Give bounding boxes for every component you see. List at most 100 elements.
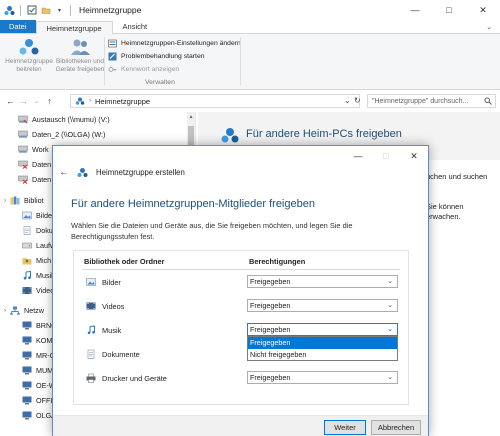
expand-chevron-icon[interactable]: › (4, 308, 6, 314)
network-drive-disconnected-icon (18, 175, 28, 184)
permission-dropdown-list: Freigegeben Nicht freigegeben (247, 336, 398, 361)
show-password-label: Kennwort anzeigen (121, 66, 180, 73)
minimize-button[interactable]: — (398, 0, 432, 20)
nav-label: Netzw (24, 306, 44, 315)
dropdown-option-freigegeben[interactable]: Freigegeben (248, 337, 397, 349)
recent-locations-icon[interactable]: ⌄ (30, 98, 43, 105)
nav-computer-kom[interactable]: KOM (22, 336, 52, 345)
dropdown-option-nicht-freigegeben[interactable]: Nicht freigegeben (248, 349, 397, 361)
permission-select-videos[interactable]: Freigegeben ⌄ (247, 299, 398, 312)
back-arrow-icon[interactable]: ← (4, 96, 17, 106)
refresh-icon[interactable]: ↻ (354, 96, 361, 105)
header-divider (82, 269, 400, 270)
permission-select-bilder[interactable]: Freigegeben ⌄ (247, 275, 398, 288)
dialog-description: Wählen Sie die Dateien und Geräte aus, d… (71, 221, 353, 241)
share-libraries-button[interactable]: Bibliotheken und Geräte freigeben (55, 38, 105, 73)
nav-computer-oe[interactable]: OE-W (22, 381, 56, 390)
chevron-down-icon: ⌄ (387, 374, 393, 381)
background-text: Sie können erwachen. (426, 202, 464, 222)
tab-ansicht[interactable]: Ansicht (113, 20, 158, 33)
forward-arrow-icon[interactable]: → (17, 96, 30, 106)
homegroup-icon (220, 126, 240, 146)
libraries-icon (10, 196, 20, 205)
nav-drive-austausch[interactable]: Austausch (\\mumu) (V:) (18, 115, 110, 124)
dialog-heading: Für andere Heimnetzgruppen-Mitglieder fr… (71, 198, 315, 210)
change-homegroup-settings-button[interactable]: Heimnetzgruppen-Einstellungen ändern (108, 39, 241, 48)
background-text-line: Sie können (426, 202, 464, 211)
printer-icon (86, 373, 96, 383)
background-text: uchen und suchen (426, 172, 488, 181)
show-password-button[interactable]: Kennwort anzeigen (108, 65, 179, 74)
nav-label: Bibliot (24, 196, 44, 205)
network-drive-icon (18, 145, 28, 154)
dialog-close-button[interactable]: ✕ (400, 146, 428, 166)
search-box[interactable]: "Heimnetzgruppe" durchsuch... (367, 94, 496, 108)
nav-pictures[interactable]: Bilde (22, 211, 52, 220)
new-folder-icon[interactable] (40, 5, 51, 16)
nav-computer-olga[interactable]: OLGA (22, 411, 56, 420)
breadcrumb-chevron-icon[interactable]: › (89, 98, 91, 104)
select-value: Freigegeben (250, 277, 291, 286)
nav-computer-mr[interactable]: MR-O (22, 351, 55, 360)
nav-drive-daten-a[interactable]: Daten (18, 160, 51, 169)
nav-videos[interactable]: Video (22, 286, 54, 295)
dialog-title: Heimnetzgruppe erstellen (96, 168, 185, 177)
nav-label: MUM (36, 366, 54, 375)
key-icon (108, 65, 117, 74)
search-icon[interactable] (484, 97, 492, 107)
share-libraries-label-1: Bibliotheken und (55, 58, 105, 65)
nav-label: Mich (36, 256, 52, 265)
computer-icon (22, 381, 32, 390)
nav-label: Doku (36, 226, 53, 235)
next-button[interactable]: Weiter (324, 420, 366, 435)
nav-libraries[interactable]: › Bibliot (4, 196, 44, 205)
share-libraries-label-2: Geräte freigeben (55, 65, 105, 73)
homegroup-app-icon (4, 5, 15, 16)
tab-datei[interactable]: Datei (0, 20, 36, 33)
troubleshooter-button[interactable]: Problembehandlung starten (108, 52, 205, 61)
tab-heimnetzgruppe[interactable]: Heimnetzgruppe (35, 21, 113, 34)
pictures-icon (22, 211, 32, 220)
scroll-up-icon[interactable]: ▲ (187, 114, 195, 120)
breadcrumb-homegroup[interactable]: Heimnetzgruppe (95, 97, 150, 106)
permission-select-musik[interactable]: Freigegeben ⌄ (247, 323, 398, 336)
nav-network[interactable]: › Netzw (4, 306, 44, 315)
nav-label: KOM (36, 336, 53, 345)
row-label-bilder: Bilder (102, 278, 121, 287)
nav-computer-mum[interactable]: MUM (22, 366, 53, 375)
sharing-table: Bibliothek oder Ordner Berechtigungen Bi… (73, 250, 409, 405)
row-label-musik: Musik (102, 326, 122, 335)
close-button[interactable]: ✕ (466, 0, 500, 20)
nav-user[interactable]: Mich (22, 256, 51, 265)
computer-icon (22, 321, 32, 330)
dialog-minimize-button[interactable]: — (344, 146, 372, 166)
row-label-dokumente: Dokumente (102, 350, 140, 359)
nav-label: Work (32, 145, 49, 154)
videos-icon (22, 286, 32, 295)
nav-drive-daten-b[interactable]: Daten (18, 175, 51, 184)
properties-icon[interactable] (26, 5, 37, 16)
nav-drive-work[interactable]: Work (18, 145, 49, 154)
window-title: Heimnetzgruppe (79, 5, 142, 15)
cancel-button[interactable]: Abbrechen (371, 420, 421, 435)
nav-drive-daten2[interactable]: Daten_2 (\\OLGA) (W:) (18, 130, 105, 139)
nav-drive[interactable]: Laufw (22, 241, 55, 250)
back-arrow-icon[interactable]: ← (59, 167, 69, 178)
address-field[interactable]: › Heimnetzgruppe (70, 94, 360, 108)
up-arrow-icon[interactable]: ↑ (43, 96, 56, 106)
address-dropdown-icon[interactable]: ⌄ (344, 96, 351, 105)
expand-chevron-icon[interactable]: › (4, 198, 6, 204)
nav-documents[interactable]: Doku (22, 226, 53, 235)
address-bar-row: ← → ⌄ ↑ › Heimnetzgruppe ⌄ ↻ "Heimnetzgr… (0, 91, 500, 111)
nav-label: Austausch (\\mumu) (V:) (32, 115, 110, 124)
customize-toolbar-icon[interactable]: ▾ (54, 5, 65, 16)
ribbon-expand-icon[interactable]: ⌄ (486, 23, 492, 31)
column-header-permissions: Berechtigungen (249, 257, 306, 266)
nav-label: Daten_2 (\\OLGA) (W:) (32, 130, 106, 139)
permission-select-drucker[interactable]: Freigegeben ⌄ (247, 371, 398, 384)
nav-music[interactable]: Musik (22, 270, 55, 280)
maximize-button[interactable]: □ (432, 0, 466, 20)
join-homegroup-button[interactable]: Heimnetzgruppe beitreten (4, 38, 54, 73)
join-homegroup-label-1: Heimnetzgruppe (5, 58, 53, 65)
column-header-library: Bibliothek oder Ordner (84, 257, 165, 266)
